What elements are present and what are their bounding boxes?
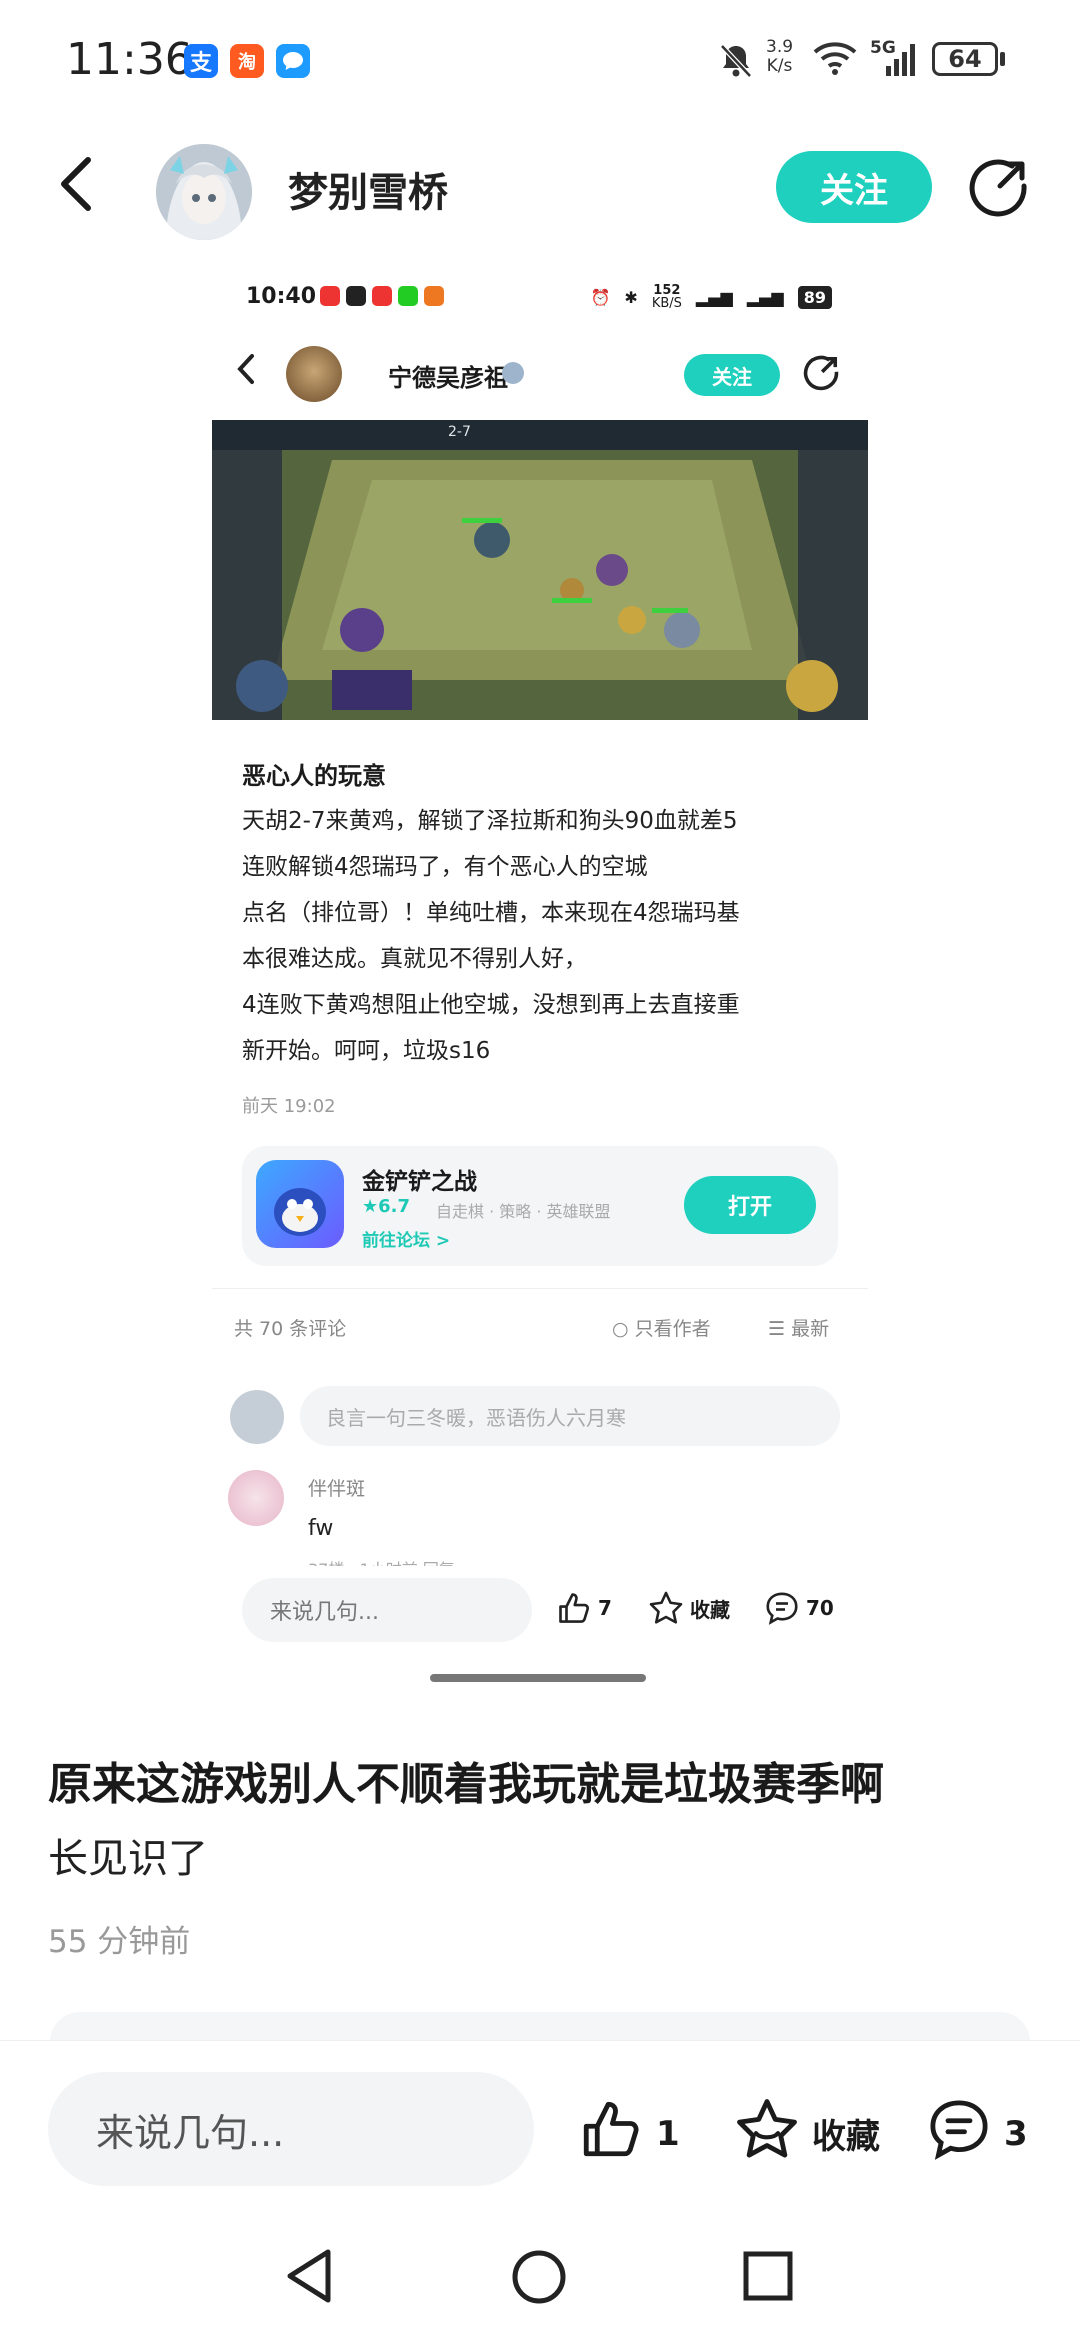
follow-button[interactable]: 关注 xyxy=(776,151,932,223)
embedded-post-body: 天胡2-7来黄鸡，解锁了泽拉斯和狗头90血就差5 连败解锁4怨瑞玛了，有个恶心人… xyxy=(242,808,740,1064)
post-time: 55 分钟前 xyxy=(48,1924,191,1960)
post-content: 长见识了 xyxy=(48,1836,208,1882)
game-app-icon xyxy=(256,1160,344,1248)
wifi-icon xyxy=(812,40,858,80)
embedded-comments-count: 共 70 条评论 xyxy=(234,1318,347,1340)
nav-home-icon[interactable] xyxy=(510,2248,568,2310)
favorite-label: 收藏 xyxy=(812,2117,880,2157)
game-stage-label: 2-7 xyxy=(448,424,471,440)
favorite-button[interactable]: 收藏 xyxy=(734,2096,880,2171)
embedded-notification-icons xyxy=(320,286,444,306)
game-app-rating: ★6.7 xyxy=(362,1196,411,1217)
embedded-bottom-input: 来说几句... xyxy=(242,1578,532,1642)
author-name[interactable]: 梦别雪桥 xyxy=(288,160,448,218)
status-bar: 11:36 支 淘 3.9 K/s 5G 64 xyxy=(0,0,1080,120)
embedded-my-avatar xyxy=(230,1390,284,1444)
thumbs-up-icon xyxy=(578,2096,644,2171)
comment-count: 3 xyxy=(1004,2113,1028,2154)
embedded-like: 7 xyxy=(556,1590,612,1626)
embedded-share-icon xyxy=(802,354,840,396)
battery-tip xyxy=(1000,52,1005,66)
comment-input[interactable]: 来说几句... xyxy=(48,2072,534,2186)
cell-signal-icon xyxy=(880,40,920,82)
game-screenshot-image: 2-7 xyxy=(212,420,868,720)
divider xyxy=(212,1288,868,1289)
embedded-post-date: 前天 19:02 xyxy=(242,1096,336,1117)
embedded-comment-text: fw xyxy=(308,1516,334,1541)
comments-button[interactable]: 3 xyxy=(926,2096,1028,2171)
embedded-home-indicator xyxy=(430,1674,646,1682)
battery-indicator: 64 xyxy=(932,42,998,76)
embedded-author-avatar xyxy=(286,346,342,402)
game-app-card: 金铲铲之战 ★6.7 自走棋 · 策略 · 英雄联盟 前往论坛 > 打开 xyxy=(242,1146,838,1266)
star-icon xyxy=(734,2096,800,2171)
embedded-post-title: 恶心人的玩意 xyxy=(242,762,386,790)
mute-bell-icon xyxy=(716,40,756,84)
embedded-badge-icon xyxy=(502,362,524,384)
alipay-icon: 支 xyxy=(184,44,218,78)
embedded-author-name: 宁德吴彦祖 xyxy=(388,364,508,392)
taobao-icon: 淘 xyxy=(230,44,264,78)
message-app-icon xyxy=(276,44,310,78)
embedded-favorite: 收藏 xyxy=(648,1590,730,1626)
game-forum-link: 前往论坛 > xyxy=(362,1231,451,1251)
attached-screenshot[interactable]: 10:40 ⏰ ✱ 152 KB/S ▂▄▆ ▂▄▆ 89 宁德吴彦祖 关注 2… xyxy=(212,266,868,1666)
share-icon[interactable] xyxy=(966,156,1030,220)
nav-back-icon[interactable] xyxy=(282,2246,338,2310)
embedded-only-author: ○ 只看作者 xyxy=(612,1318,711,1340)
embedded-back-icon xyxy=(234,352,258,390)
embedded-commenter-avatar xyxy=(228,1470,284,1526)
game-open-button: 打开 xyxy=(684,1176,816,1234)
post-title: 原来这游戏别人不顺着我玩就是垃圾赛季啊 xyxy=(48,1759,884,1810)
embedded-commenter-name: 伴伴斑 xyxy=(308,1478,366,1500)
author-avatar[interactable] xyxy=(156,144,252,240)
embedded-follow-button: 关注 xyxy=(684,354,780,396)
embedded-comments: 70 xyxy=(764,1590,834,1626)
game-app-name: 金铲铲之战 xyxy=(362,1169,477,1195)
nav-recents-icon[interactable] xyxy=(742,2250,794,2306)
comment-bubble-icon xyxy=(926,2096,992,2171)
back-arrow-icon[interactable] xyxy=(52,152,104,216)
like-count: 1 xyxy=(656,2113,680,2154)
game-app-tags: 自走棋 · 策略 · 英雄联盟 xyxy=(436,1202,611,1221)
status-time: 11:36 xyxy=(66,34,193,85)
embedded-status-time: 10:40 xyxy=(246,284,317,309)
embedded-comment-input: 良言一句三冬暖，恶语伤人六月寒 xyxy=(300,1386,840,1446)
embedded-status-right: ⏰ ✱ 152 KB/S ▂▄▆ ▂▄▆ 89 xyxy=(590,284,832,310)
like-button[interactable]: 1 xyxy=(578,2096,680,2171)
embedded-sort-latest: ☰ 最新 xyxy=(768,1318,830,1340)
net-speed: 3.9 K/s xyxy=(766,37,794,76)
